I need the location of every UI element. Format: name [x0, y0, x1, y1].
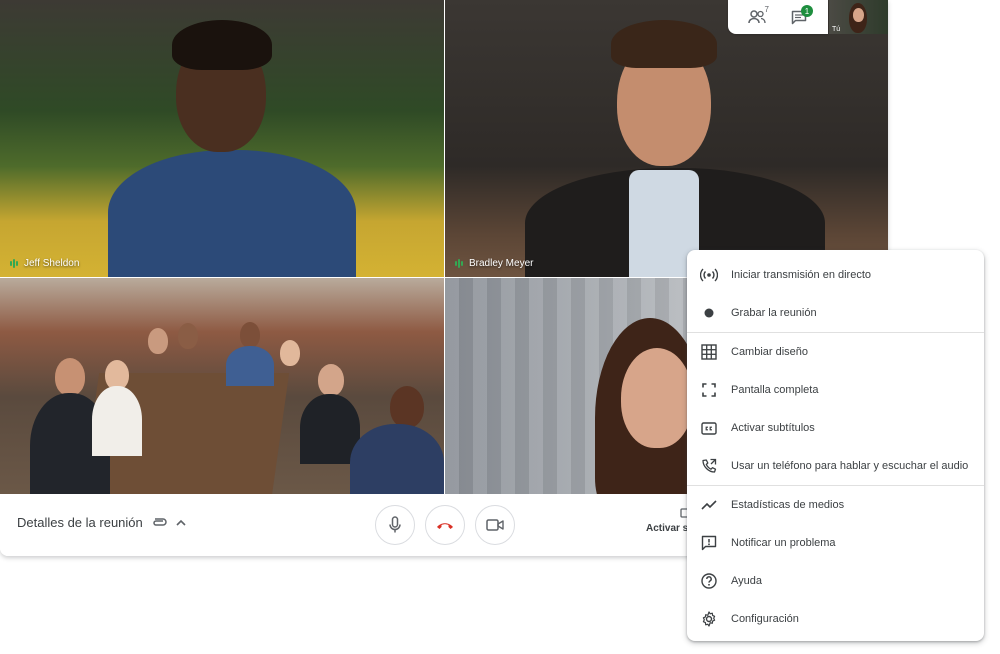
menu-item-change-layout[interactable]: Cambiar diseño [687, 333, 984, 371]
broadcast-icon [700, 266, 718, 284]
phone-forward-icon [700, 457, 718, 475]
video-tile-bradley-meyer[interactable]: Bradley Meyer [445, 0, 888, 277]
menu-item-label: Notificar un problema [731, 537, 836, 549]
attachment-icon [153, 517, 167, 526]
participant-count: 7 [764, 5, 769, 14]
fullscreen-icon [700, 381, 718, 399]
menu-item-label: Activar subtítulos [731, 422, 815, 434]
participant-name-tag: Jeff Sheldon [10, 258, 79, 269]
camera-button[interactable] [475, 505, 515, 545]
microphone-button[interactable] [375, 505, 415, 545]
menu-item-help[interactable]: Ayuda [687, 562, 984, 600]
menu-item-label: Grabar la reunión [731, 307, 817, 319]
participant-name: Jeff Sheldon [24, 258, 80, 269]
menu-item-label: Ayuda [731, 575, 762, 587]
video-tile-conference-room[interactable] [0, 278, 444, 494]
chevron-up-icon [176, 519, 186, 526]
menu-item-record[interactable]: Grabar la reunión [687, 294, 984, 332]
participant-name-tag: Bradley Meyer [455, 258, 533, 269]
captions-label: Activar s [646, 523, 689, 534]
video-camera-icon [486, 519, 504, 531]
menu-item-settings[interactable]: Configuración [687, 600, 984, 638]
menu-item-label: Pantalla completa [731, 384, 819, 396]
menu-item-label: Estadísticas de medios [731, 499, 845, 511]
self-label: Tú [832, 26, 841, 33]
menu-item-label: Usar un teléfono para hablar y escuchar … [731, 460, 969, 472]
menu-item-use-phone[interactable]: Usar un teléfono para hablar y escuchar … [687, 447, 984, 485]
menu-item-label: Configuración [731, 613, 799, 625]
video-tile-jeff-sheldon[interactable]: Jeff Sheldon [0, 0, 444, 277]
menu-item-label: Iniciar transmisión en directo [731, 269, 872, 281]
menu-item-live-stream[interactable]: Iniciar transmisión en directo [687, 256, 984, 294]
participants-button[interactable]: 7 [743, 5, 771, 29]
people-icon [748, 10, 766, 24]
self-view-thumbnail[interactable]: Tú [829, 0, 888, 34]
trending-icon [700, 496, 718, 514]
chat-badge: 1 [801, 5, 813, 17]
menu-item-captions[interactable]: Activar subtítulos [687, 409, 984, 447]
participant-video [445, 0, 888, 277]
record-icon [700, 304, 718, 322]
menu-item-label: Cambiar diseño [731, 346, 809, 358]
participant-video [0, 0, 444, 277]
settings-icon [700, 610, 718, 628]
menu-item-report-problem[interactable]: Notificar un problema [687, 524, 984, 562]
meeting-details-label: Detalles de la reunión [17, 515, 143, 530]
speaking-indicator-icon [455, 259, 463, 268]
closed-captions-icon [700, 419, 718, 437]
top-controls: 7 1 [728, 0, 828, 34]
help-icon [700, 572, 718, 590]
end-call-button[interactable] [425, 505, 465, 545]
meeting-details-button[interactable]: Detalles de la reunión [17, 515, 187, 530]
feedback-icon [700, 534, 718, 552]
speaking-indicator-icon [10, 259, 18, 268]
hang-up-icon [437, 523, 453, 529]
more-options-menu: Iniciar transmisión en directo Grabar la… [687, 250, 984, 641]
microphone-icon [389, 516, 401, 533]
menu-item-fullscreen[interactable]: Pantalla completa [687, 371, 984, 409]
menu-item-media-stats[interactable]: Estadísticas de medios [687, 486, 984, 524]
chat-button[interactable]: 1 [785, 5, 813, 29]
participant-name: Bradley Meyer [469, 258, 534, 269]
grid-layout-icon [700, 343, 718, 361]
